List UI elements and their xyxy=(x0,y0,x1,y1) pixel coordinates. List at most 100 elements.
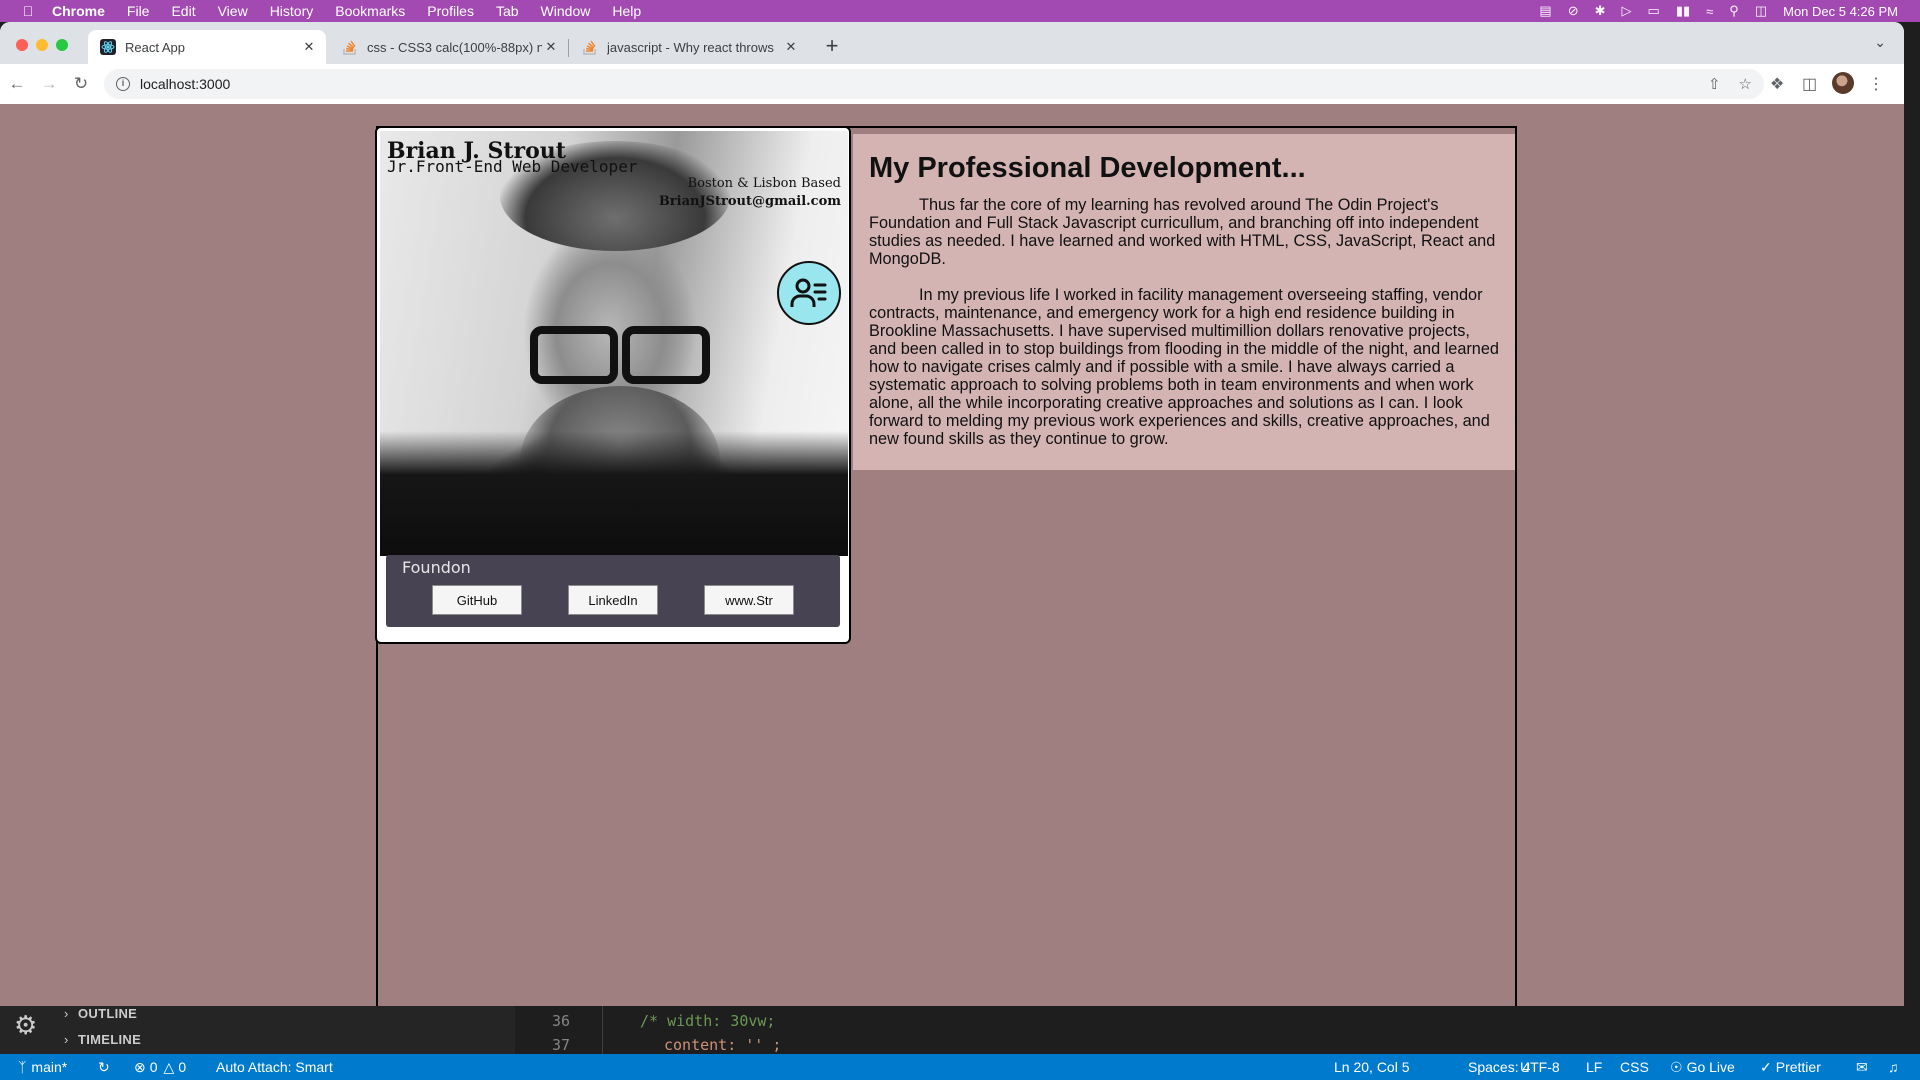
tab-javascript-react[interactable]: javascript - Why react throws ✕ xyxy=(570,30,808,64)
browser-toolbar: ← → ↻ i localhost:3000 ⇧ ☆ ❖ ◫ ⋮ xyxy=(0,64,1904,104)
language-mode-item[interactable]: CSS xyxy=(1620,1054,1649,1080)
bookmark-star-icon[interactable]: ☆ xyxy=(1739,75,1752,93)
tab-close-icon[interactable]: ✕ xyxy=(542,39,560,55)
git-branch-icon: ᛉ xyxy=(18,1059,27,1075)
tab-separator xyxy=(568,39,569,57)
auto-attach-item[interactable]: Auto Attach: Smart xyxy=(216,1054,333,1080)
code-line[interactable]: content: '' ; xyxy=(664,1036,781,1054)
settings-gear-icon[interactable]: ⚙ xyxy=(14,1010,37,1041)
minimize-window-button[interactable] xyxy=(36,39,48,51)
play-icon[interactable]: ▷ xyxy=(1622,3,1632,19)
screen-icon[interactable]: ▭ xyxy=(1648,3,1660,19)
outline-section[interactable]: › OUTLINE xyxy=(64,1006,137,1021)
bluetooth-icon[interactable]: ✱ xyxy=(1595,3,1606,19)
timeline-section[interactable]: › TIMELINE xyxy=(64,1032,141,1047)
tab-strip: React App ✕ css - CSS3 calc(100%-88px) n… xyxy=(0,22,1904,64)
warning-count: 0 xyxy=(178,1059,187,1075)
line-number: 37 xyxy=(551,1036,570,1054)
about-heading: My Professional Development... xyxy=(869,152,1306,184)
outline-label: OUTLINE xyxy=(78,1006,138,1021)
close-window-button[interactable] xyxy=(16,39,28,51)
reload-icon[interactable]: ↻ xyxy=(70,74,92,94)
menu-view[interactable]: View xyxy=(218,3,248,19)
menu-edit[interactable]: Edit xyxy=(171,3,195,19)
indent-guide xyxy=(602,1006,603,1054)
site-info-icon[interactable]: i xyxy=(116,77,130,91)
url-text[interactable]: localhost:3000 xyxy=(140,76,230,92)
vscode-status-bar: ᛉ main* ↻ ⊗ 0 △ 0 Auto Attach: Smart Ln 20, … xyxy=(0,1054,1920,1080)
tab-close-icon[interactable]: ✕ xyxy=(300,39,318,55)
menu-history[interactable]: History xyxy=(270,3,314,19)
extensions-puzzle-icon[interactable]: ❖ xyxy=(1770,74,1784,94)
error-icon: ⊗ xyxy=(134,1058,146,1075)
tab-close-icon[interactable]: ✕ xyxy=(782,39,800,55)
macos-menu-bar:  Chrome File Edit View History Bookmark… xyxy=(0,0,1920,22)
github-button[interactable]: GitHub xyxy=(432,585,522,615)
cursor-position[interactable]: Ln 20, Col 5 xyxy=(1334,1054,1410,1080)
tab-title: React App xyxy=(125,39,185,55)
website-button[interactable]: www.Str xyxy=(704,585,794,615)
encoding-item[interactable]: UTF-8 xyxy=(1520,1054,1560,1080)
line-number: 36 xyxy=(551,1012,570,1030)
fullscreen-window-button[interactable] xyxy=(56,39,68,51)
apple-icon[interactable]:  xyxy=(18,3,38,19)
chevron-right-icon: › xyxy=(64,1032,69,1047)
warning-icon: △ xyxy=(163,1058,175,1075)
menu-window[interactable]: Window xyxy=(541,3,591,19)
profile-card: Brian J. Strout Jr.Front-End Web Develop… xyxy=(375,126,851,644)
menu-app-name[interactable]: Chrome xyxy=(52,3,105,19)
prettier-item[interactable]: ✓ Prettier xyxy=(1760,1054,1821,1080)
tab-react-app[interactable]: React App ✕ xyxy=(88,30,326,64)
menu-profiles[interactable]: Profiles xyxy=(427,3,474,19)
git-branch-item[interactable]: ᛉ main* xyxy=(18,1054,67,1080)
card-email[interactable]: BrianJStrout@gmail.com xyxy=(659,194,841,209)
menu-clock[interactable]: Mon Dec 5 4:26 PM xyxy=(1783,4,1898,19)
menu-file[interactable]: File xyxy=(127,3,150,19)
mute-icon[interactable]: ⊘ xyxy=(1568,3,1579,19)
tab-search-chevron-down-icon[interactable]: ⌄ xyxy=(1874,34,1886,51)
back-arrow-icon[interactable]: ← xyxy=(6,74,28,94)
linkedin-button[interactable]: LinkedIn xyxy=(568,585,658,615)
control-center-icon[interactable]: ◫ xyxy=(1755,3,1767,19)
go-live-item[interactable]: ☉ Go Live xyxy=(1670,1054,1735,1080)
new-tab-button[interactable]: + xyxy=(818,32,846,60)
wifi-icon[interactable]: ≈ xyxy=(1706,4,1713,19)
share-icon[interactable]: ⇧ xyxy=(1708,75,1721,93)
check-double-icon: ✓ xyxy=(1760,1058,1772,1075)
about-section: My Professional Development... Thus far … xyxy=(853,134,1515,470)
menu-bookmarks[interactable]: Bookmarks xyxy=(335,3,405,19)
code-line[interactable]: /* width: 30vw; xyxy=(640,1012,775,1030)
found-on-label: Foundon xyxy=(402,558,471,577)
side-panel-icon[interactable]: ◫ xyxy=(1802,74,1817,94)
branch-name: main* xyxy=(31,1059,68,1075)
more-menu-icon[interactable]: ⋮ xyxy=(1868,74,1884,94)
profile-avatar[interactable] xyxy=(1832,72,1854,94)
battery-icon[interactable]: ▮▮ xyxy=(1676,3,1690,19)
error-count: 0 xyxy=(149,1059,158,1075)
eol-item[interactable]: LF xyxy=(1586,1054,1602,1080)
tab-css-calc[interactable]: css - CSS3 calc(100%-88px) n ✕ xyxy=(330,30,568,64)
photo-glasses-left xyxy=(530,326,618,384)
broadcast-icon: ☉ xyxy=(1670,1058,1683,1075)
photo-hoodie xyxy=(380,431,848,556)
display-icon[interactable]: ▤ xyxy=(1539,3,1551,19)
menu-tab[interactable]: Tab xyxy=(496,3,519,19)
page-viewport: Brian J. Strout Jr.Front-End Web Develop… xyxy=(0,104,1904,1006)
notifications-bell-icon[interactable]: ♫ xyxy=(1888,1054,1899,1080)
forward-arrow-icon[interactable]: → xyxy=(38,74,60,94)
timeline-label: TIMELINE xyxy=(78,1032,142,1047)
sync-icon[interactable]: ↻ xyxy=(98,1054,110,1080)
card-role: Jr.Front-End Web Developer xyxy=(387,157,638,176)
menu-status-area: ▤ ⊘ ✱ ▷ ▭ ▮▮ ≈ ⚲ ◫ Mon Dec 5 4:26 PM xyxy=(1539,0,1898,22)
prettier-label: Prettier xyxy=(1775,1059,1821,1075)
address-bar[interactable]: i localhost:3000 ⇧ ☆ xyxy=(104,69,1764,99)
problems-item[interactable]: ⊗ 0 △ 0 xyxy=(134,1054,186,1080)
menu-help[interactable]: Help xyxy=(612,3,641,19)
contact-card-button[interactable] xyxy=(777,261,841,325)
spotlight-search-icon[interactable]: ⚲ xyxy=(1729,3,1739,19)
feedback-icon[interactable]: ✉ xyxy=(1856,1054,1868,1080)
stackoverflow-icon xyxy=(342,39,358,55)
chrome-window: React App ✕ css - CSS3 calc(100%-88px) n… xyxy=(0,22,1904,1006)
tab-title: javascript - Why react throws xyxy=(607,39,774,55)
tab-title: css - CSS3 calc(100%-88px) n xyxy=(367,39,542,55)
